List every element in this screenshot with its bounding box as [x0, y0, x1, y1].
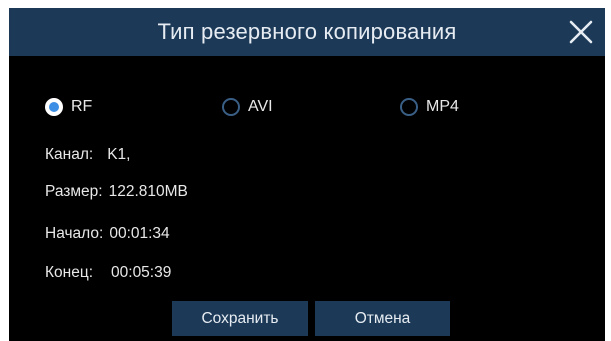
backup-type-dialog: Тип резервного копирования RF AVI MP4 Ка…	[9, 8, 605, 341]
info-row-start: Начало: 00:01:34	[45, 222, 170, 246]
close-button[interactable]	[563, 14, 599, 50]
channel-value: K1,	[107, 146, 131, 163]
radio-label-avi: AVI	[248, 98, 273, 115]
info-row-channel: Канал: K1,	[45, 143, 130, 167]
close-icon	[569, 20, 593, 44]
radio-unselected-icon	[400, 98, 418, 116]
radio-selected-icon	[45, 98, 63, 116]
info-row-size: Размер: 122.810MB	[45, 180, 188, 204]
radio-option-rf[interactable]: RF	[45, 92, 92, 122]
backup-type-radio-group: RF AVI MP4	[9, 92, 605, 122]
radio-label-rf: RF	[71, 98, 93, 115]
save-button[interactable]: Сохранить	[172, 301, 308, 336]
start-label: Начало:	[45, 225, 104, 242]
dialog-title: Тип резервного копирования	[157, 19, 457, 44]
end-label: Конец:	[45, 264, 94, 281]
end-value: 00:05:39	[111, 264, 172, 281]
radio-option-mp4[interactable]: MP4	[400, 92, 459, 122]
size-value: 122.810MB	[108, 183, 188, 200]
radio-label-mp4: MP4	[426, 98, 459, 115]
start-value: 00:01:34	[109, 225, 170, 242]
channel-label: Канал:	[45, 146, 94, 163]
size-label: Размер:	[45, 183, 103, 200]
radio-unselected-icon	[222, 98, 240, 116]
info-row-end: Конец: 00:05:39	[45, 261, 171, 285]
radio-option-avi[interactable]: AVI	[222, 92, 273, 122]
dialog-titlebar: Тип резервного копирования	[9, 8, 605, 56]
cancel-button[interactable]: Отмена	[315, 301, 450, 336]
